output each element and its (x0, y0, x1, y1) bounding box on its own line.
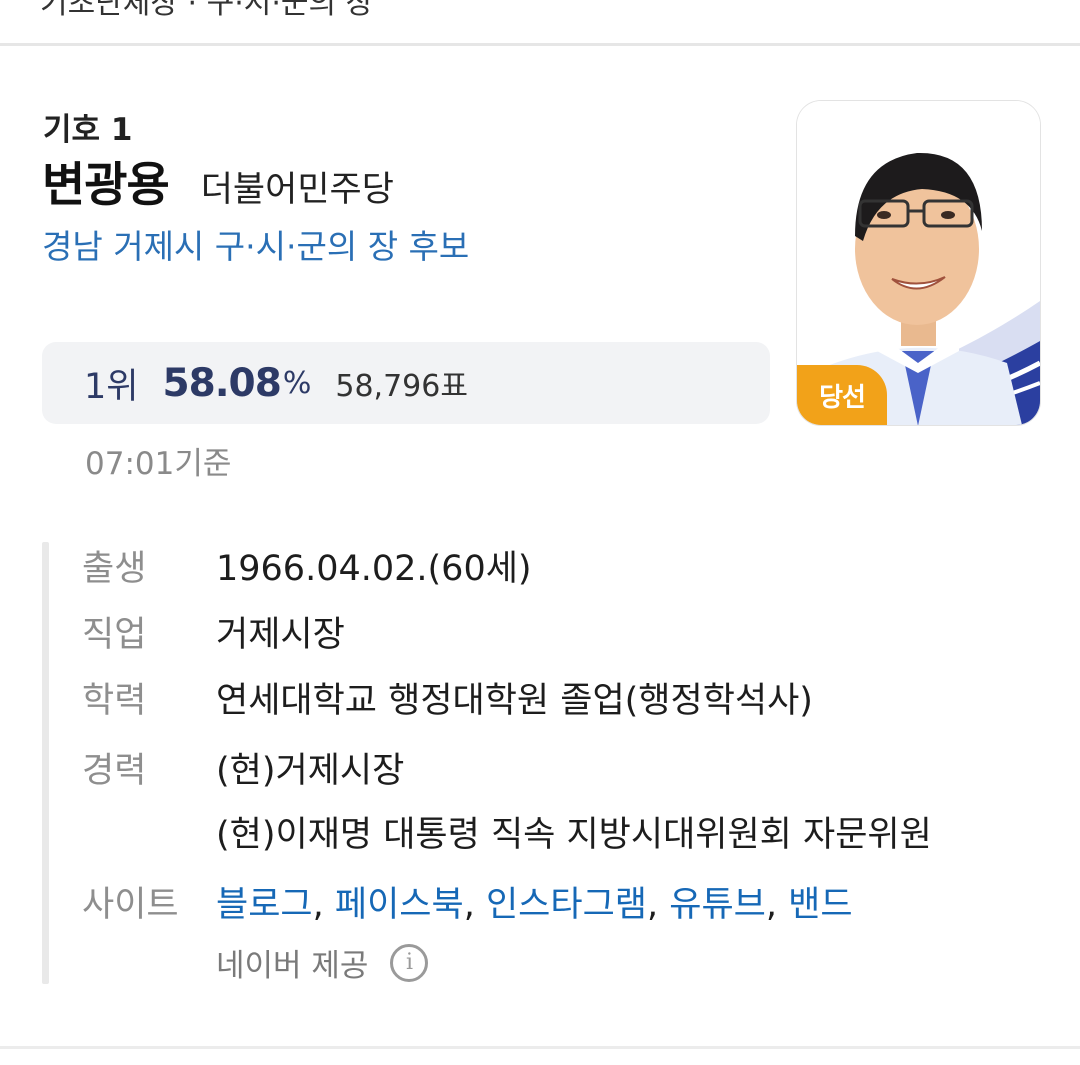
info-career-value-2: (현)이재명 대통령 직속 지방시대위원회 자문위원 (216, 815, 932, 855)
candidate-photo[interactable]: 당선 (797, 101, 1040, 425)
top-divider (0, 43, 1080, 46)
candidate-name[interactable]: 변광용 (42, 146, 170, 215)
site-separator: , (765, 885, 778, 925)
info-side-bar (42, 542, 49, 984)
info-sites-label: 사이트 (82, 885, 179, 925)
site-link-facebook[interactable]: 페이스북 (335, 885, 464, 925)
result-rank: 1위 (84, 366, 139, 407)
info-job-row: 직업 거제시장 (82, 606, 345, 657)
info-career-value-1: (현)거제시장 (216, 751, 405, 791)
result-box: 1위 58.08% 58,796표 (42, 342, 770, 424)
winner-badge: 당선 (797, 365, 887, 425)
site-link-instagram[interactable]: 인스타그램 (486, 885, 647, 925)
bottom-divider (0, 1046, 1080, 1049)
candidate-party: 더불어민주당 (200, 170, 394, 210)
result-votes: 58,796표 (335, 369, 468, 404)
site-separator: , (312, 885, 324, 925)
header-partial-text: 기초단체장 · 구·시·군의 장 (40, 0, 374, 21)
info-sites-row: 사이트 블로그, 페이스북, 인스타그램, 유튜브, 밴드 (82, 876, 853, 927)
site-link-band[interactable]: 밴드 (788, 885, 852, 925)
info-birth-row: 출생 1966.04.02.(60세) (82, 540, 532, 591)
site-link-blog[interactable]: 블로그 (216, 885, 313, 925)
info-education-row: 학력 연세대학교 행정대학원 졸업(행정학석사) (82, 672, 813, 723)
info-career-row: 경력 (현)거제시장 (82, 742, 404, 793)
site-separator: , (647, 885, 659, 925)
info-birth-label: 출생 (82, 549, 147, 589)
as-of-time: 07:01기준 (85, 446, 232, 482)
provider-note: 네이버 제공 i (216, 940, 429, 985)
candidate-symbol: 기호 1 (43, 112, 133, 148)
info-education-value: 연세대학교 행정대학원 졸업(행정학석사) (216, 681, 813, 721)
info-circle-icon[interactable]: i (390, 943, 429, 982)
info-job-value: 거제시장 (216, 615, 345, 655)
result-percent-unit: % (282, 365, 312, 401)
name-row: 변광용 더불어민주당 (42, 146, 394, 215)
site-separator: , (463, 885, 475, 925)
info-education-label: 학력 (82, 681, 147, 721)
info-birth-value: 1966.04.02.(60세) (216, 549, 532, 589)
candidate-race[interactable]: 경남 거제시 구·시·군의 장 후보 (42, 220, 469, 268)
info-job-label: 직업 (82, 615, 147, 655)
info-career-label: 경력 (82, 751, 147, 791)
site-link-youtube[interactable]: 유튜브 (669, 885, 766, 925)
result-percent: 58.08 (162, 360, 281, 406)
provider-label: 네이버 제공 (216, 948, 369, 984)
